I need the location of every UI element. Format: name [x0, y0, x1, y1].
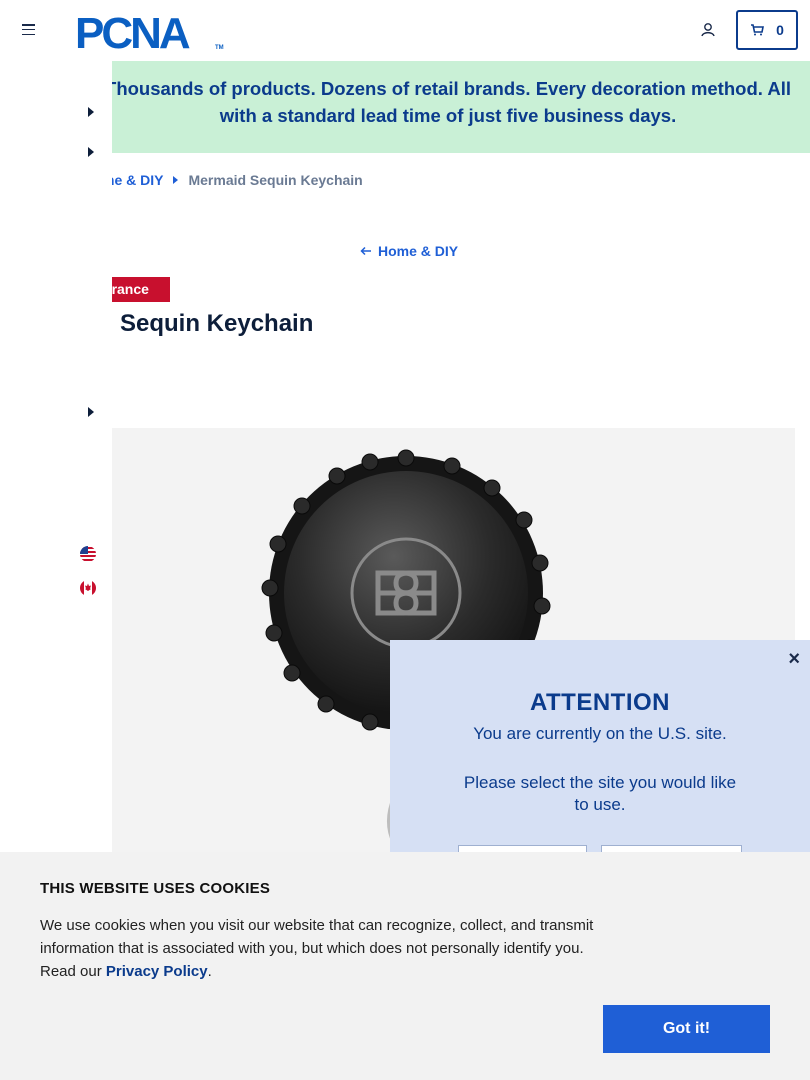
us-flag-icon[interactable] — [80, 546, 96, 562]
close-icon[interactable]: × — [788, 648, 800, 671]
canada-flag-icon[interactable] — [80, 580, 96, 596]
caret-right-icon[interactable] — [88, 107, 94, 117]
modal-title: ATTENTION — [529, 689, 671, 716]
svg-text:TM: TM — [215, 45, 224, 51]
privacy-policy-link[interactable]: Privacy Policy — [106, 963, 208, 980]
product-title: Sequin Keychain — [120, 310, 314, 337]
breadcrumb: me & DIY Mermaid Sequin Keychain — [102, 171, 363, 189]
cookie-title: THIS WEBSITE USES COOKIES — [40, 880, 271, 897]
cart-count: 0 — [776, 22, 784, 38]
modal-prompt: Please select the site you would like to… — [463, 773, 737, 814]
cart-button[interactable]: 0 — [736, 10, 798, 50]
arrow-left-icon — [360, 246, 371, 256]
caret-right-icon[interactable] — [88, 147, 94, 157]
back-link[interactable]: Home & DIY — [360, 243, 458, 259]
cart-icon — [751, 24, 765, 36]
menu-icon[interactable] — [22, 24, 35, 36]
back-link-label: Home & DIY — [378, 243, 459, 259]
caret-right-icon — [173, 176, 179, 184]
accept-cookies-button[interactable]: Got it! — [603, 1005, 770, 1053]
account-icon[interactable] — [697, 20, 717, 40]
svg-text:PCNA: PCNA — [75, 10, 190, 52]
cookie-banner: THIS WEBSITE USES COOKIES We use cookies… — [0, 852, 810, 1080]
modal-message: You are currently on the U.S. site. — [473, 724, 727, 743]
breadcrumb-current: Mermaid Sequin Keychain — [188, 172, 363, 188]
site-header: PCNA TM 0 — [0, 0, 810, 61]
cookie-text: We use cookies when you visit our websit… — [40, 914, 600, 983]
cookie-period: . — [207, 963, 212, 980]
promo-text: Thousands of products. Dozens of retail … — [105, 78, 791, 126]
promo-banner: Thousands of products. Dozens of retail … — [105, 61, 810, 153]
caret-right-icon[interactable] — [88, 407, 94, 417]
pcna-logo[interactable]: PCNA TM — [75, 10, 225, 52]
